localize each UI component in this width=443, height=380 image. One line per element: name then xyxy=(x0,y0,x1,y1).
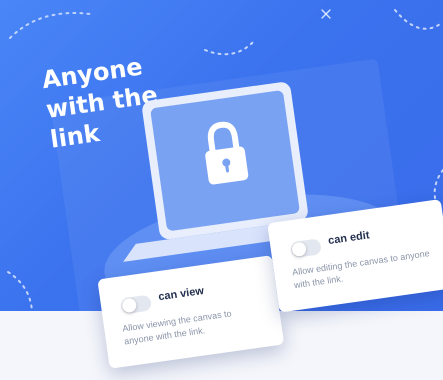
can-view-title: can view xyxy=(157,284,205,304)
toggle-knob xyxy=(291,241,308,258)
can-edit-toggle[interactable] xyxy=(290,238,322,259)
share-panel: Anyone with the link can view Allow view… xyxy=(0,0,443,369)
can-edit-title: can edit xyxy=(327,229,371,248)
can-view-toggle[interactable] xyxy=(120,294,153,315)
